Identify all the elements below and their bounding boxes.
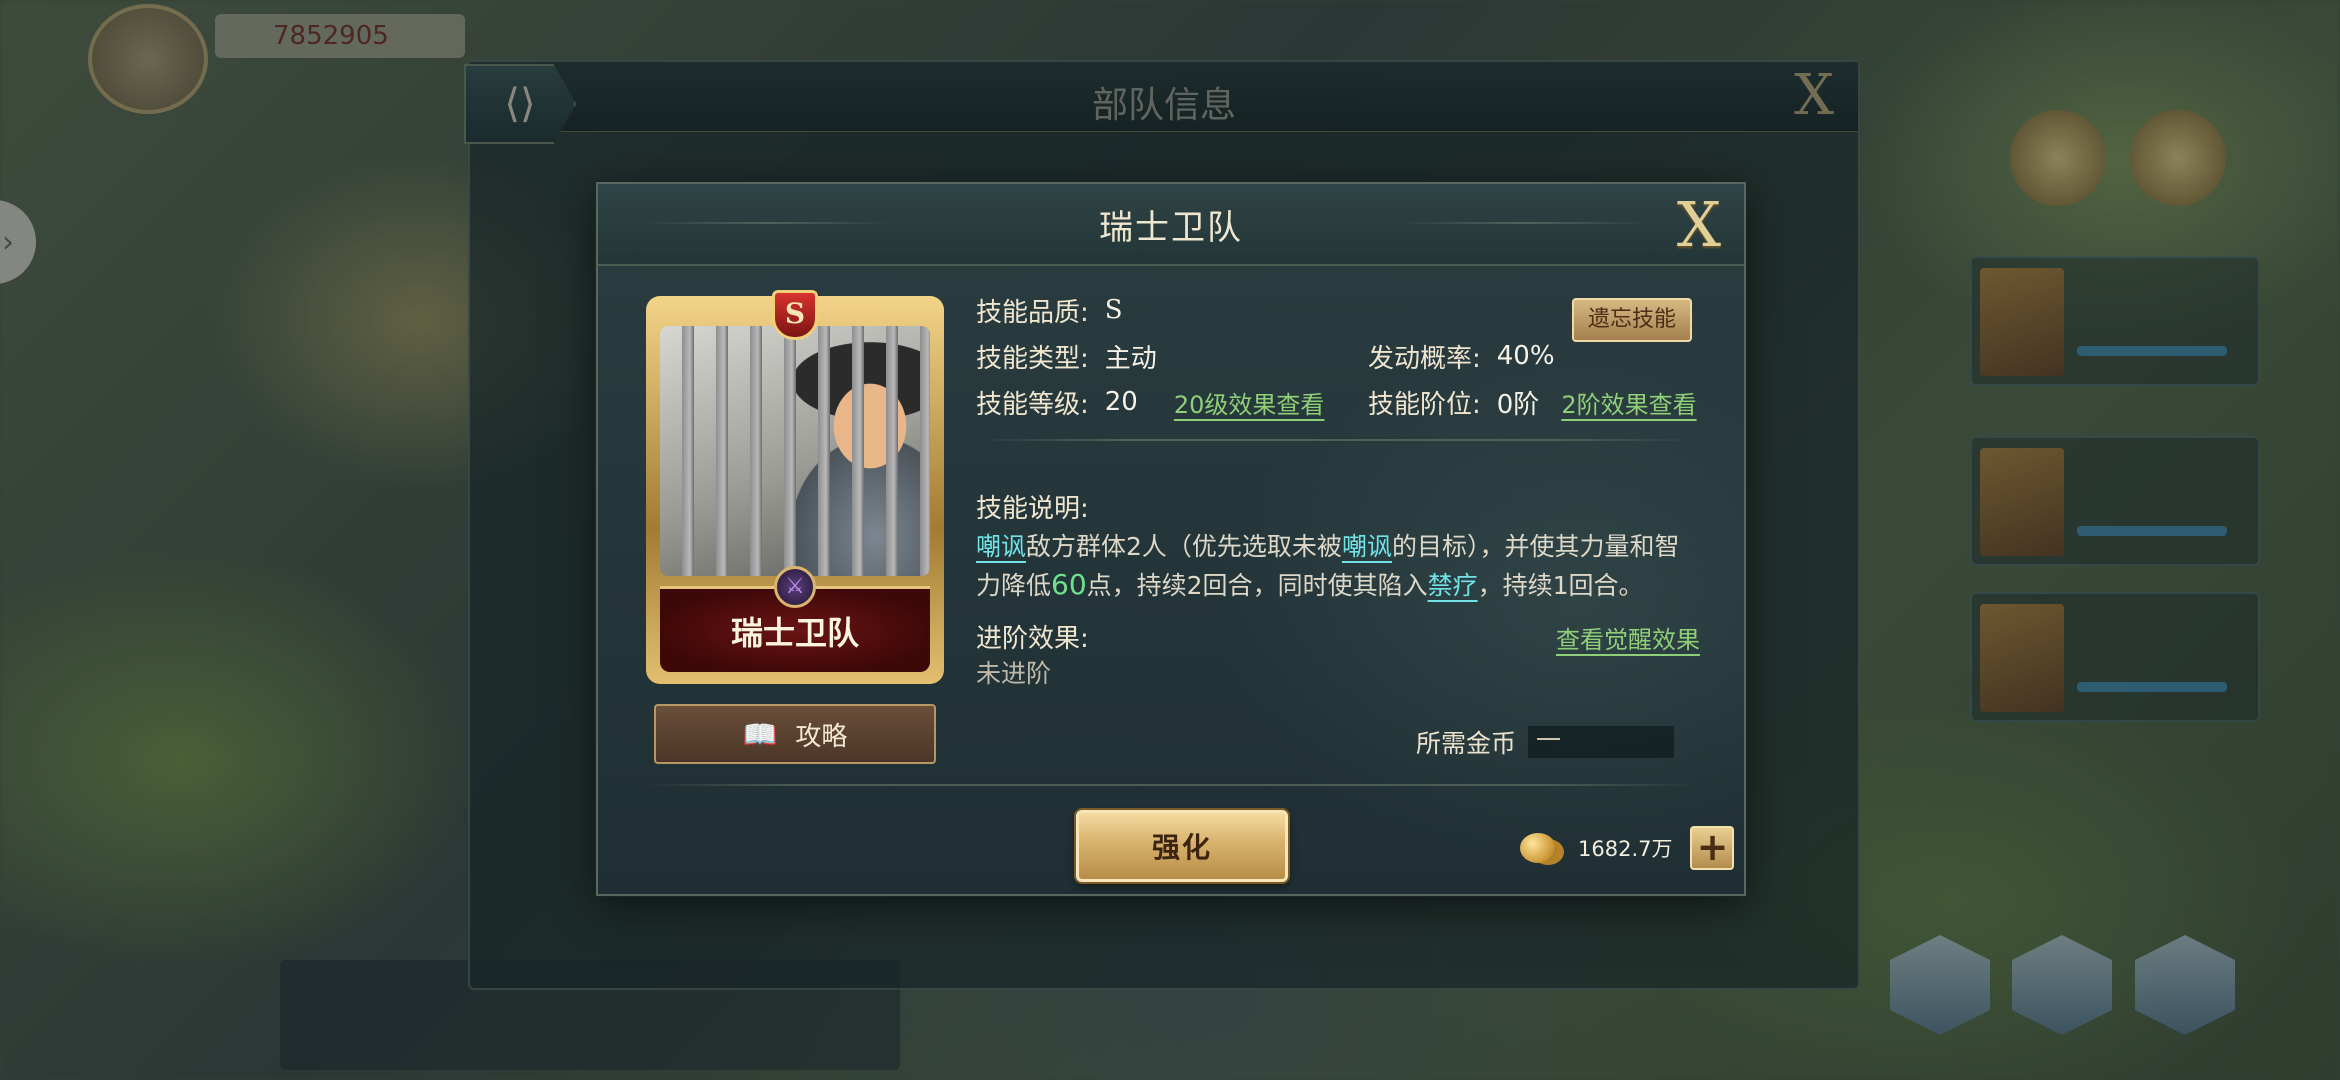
guide-button-label: 攻略 [795,721,848,752]
tier-effect-link[interactable]: 2阶效果查看 [1561,385,1696,420]
close-button[interactable]: X [1668,194,1730,256]
skill-artwork [660,326,930,576]
keyword-taunt[interactable]: 嘲讽 [976,532,1026,561]
gold-coin-icon [1520,833,1556,863]
skill-grade-badge: S [772,290,818,340]
add-gold-button[interactable]: + [1690,826,1735,870]
skill-tier-label: 技能阶位: [1368,389,1481,420]
skill-tier-row: 技能阶位: 0阶 2阶效果查看 [1368,382,1697,422]
awakening-effect-link[interactable]: 查看觉醒效果 [1556,620,1700,655]
skill-type-value: 主动 [1104,343,1157,374]
required-gold-label: 所需金币 [1416,729,1517,758]
skill-type-row: 技能类型: 主动 [976,336,1157,376]
advancement-value: 未进阶 [976,659,1052,688]
forget-skill-button[interactable]: 遗忘技能 [1572,298,1692,342]
divider [646,784,1698,786]
required-gold: 所需金币 一 [1416,724,1675,760]
skill-tier-value: 0阶 [1496,389,1540,420]
skill-level-value: 20 [1104,387,1138,417]
desc-part-4: ，持续1回合。 [1477,571,1644,600]
skill-card: S ⚔ 瑞士卫队 [646,290,944,684]
skill-description: 技能说明: 嘲讽敌方群体2人（优先选取未被嘲讽的目标），并使其力量和智力降低60… [976,490,1696,605]
skill-type-label: 技能类型: [976,343,1089,374]
modal-header: 瑞士卫队 X [598,184,1744,266]
modal-title: 瑞士卫队 [1099,208,1243,248]
guide-button[interactable]: 📖 攻略 [654,704,936,764]
desc-part-1: 敌方群体2人（优先选取未被 [1026,532,1342,561]
divider [976,439,1696,441]
gold-balance-value: 1682.7万 [1578,837,1673,861]
keyword-taunt[interactable]: 嘲讽 [1342,532,1392,561]
skill-rate-label: 发动概率: [1368,343,1481,374]
keyword-heal-ban[interactable]: 禁疗 [1428,571,1478,600]
skill-description-text: 嘲讽敌方群体2人（优先选取未被嘲讽的目标），并使其力量和智力降低60点，持续2回… [976,528,1696,605]
advancement-label: 进阶效果: [976,623,1089,654]
required-gold-value: 一 [1528,726,1675,758]
crossed-swords-icon: ⚔ [774,566,816,608]
skill-description-label: 技能说明: [976,494,1089,524]
skill-level-row: 技能等级: 20 20级效果查看 [976,382,1324,422]
skill-rate-value: 40% [1496,341,1555,371]
enhance-button[interactable]: 强化 [1076,810,1288,882]
desc-part-3: 点，持续2回合，同时使其陷入 [1086,571,1428,600]
skill-rate-row: 发动概率: 40% [1368,336,1555,376]
skill-quality-label: 技能品质: [976,297,1089,328]
skill-level-label: 技能等级: [976,389,1089,420]
gold-balance: 1682.7万 + [1520,826,1735,870]
level-effect-link[interactable]: 20级效果查看 [1174,385,1325,420]
advancement-row: 进阶效果: [976,616,1089,656]
book-icon: 📖 [742,717,778,751]
skill-quality-value: S [1104,295,1123,325]
skill-quality-row: 技能品质: S [976,290,1123,330]
skill-detail-modal: 瑞士卫队 X S ⚔ 瑞士卫队 📖 攻略 技能品质: S 技能类型: 主动 发动… [596,182,1746,896]
desc-number: 60 [1051,568,1087,601]
